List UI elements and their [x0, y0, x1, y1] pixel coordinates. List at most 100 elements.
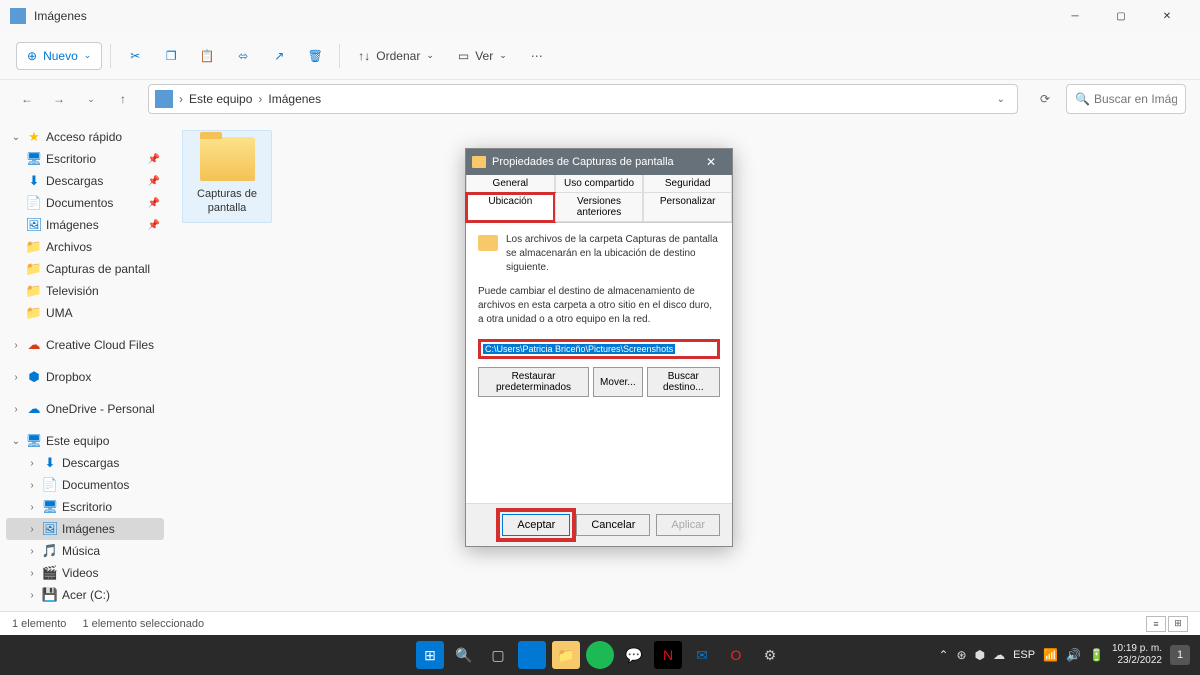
sidebar-downloads[interactable]: ⬇Descargas📌: [6, 170, 164, 192]
sidebar-pc-pictures[interactable]: ›🖼Imágenes: [6, 518, 164, 540]
sidebar-uma[interactable]: 📁UMA: [6, 302, 164, 324]
close-button[interactable]: ✕: [1144, 0, 1190, 32]
new-button[interactable]: ⊕ Nuevo ⌄: [16, 42, 102, 70]
tree-label: Escritorio: [46, 152, 96, 166]
tree-label: Dropbox: [46, 370, 91, 384]
tree-label: Este equipo: [46, 434, 109, 448]
tree-label: Escritorio: [62, 500, 112, 514]
clock[interactable]: 10:19 p. m. 23/2/2022: [1112, 643, 1162, 667]
tab-previous-versions[interactable]: Versiones anteriores: [555, 193, 644, 222]
breadcrumb-item[interactable]: Este equipo: [185, 92, 256, 106]
start-button[interactable]: ⊞: [416, 641, 444, 669]
dialog-titlebar[interactable]: Propiedades de Capturas de pantalla ✕: [466, 149, 732, 175]
taskbar-app[interactable]: [518, 641, 546, 669]
chevron-up-icon[interactable]: ⌃: [938, 648, 948, 662]
location-icon: [155, 90, 173, 108]
sidebar-this-pc[interactable]: ⌄🖥Este equipo: [6, 430, 164, 452]
details-view-button[interactable]: ≡: [1146, 616, 1166, 632]
sidebar-pc-documents[interactable]: ›📄Documentos: [6, 474, 164, 496]
sidebar-television[interactable]: 📁Televisión: [6, 280, 164, 302]
mail-icon[interactable]: ✉: [688, 641, 716, 669]
path-value: C:\Users\Patricia Briceño\Pictures\Scree…: [483, 344, 675, 354]
breadcrumb-item[interactable]: Imágenes: [264, 92, 325, 106]
tab-sharing[interactable]: Uso compartido: [555, 175, 644, 193]
onedrive-tray-icon[interactable]: ☁: [993, 648, 1005, 662]
path-input[interactable]: C:\Users\Patricia Briceño\Pictures\Scree…: [478, 339, 720, 359]
sidebar-pc-videos[interactable]: ›🎬Videos: [6, 562, 164, 584]
minimize-button[interactable]: ─: [1052, 0, 1098, 32]
thumbnails-view-button[interactable]: ⊞: [1168, 616, 1188, 632]
sidebar-onedrive[interactable]: ›☁OneDrive - Personal: [6, 398, 164, 420]
date: 23/2/2022: [1112, 655, 1162, 667]
sidebar-archives[interactable]: 📁Archivos: [6, 236, 164, 258]
wifi-icon[interactable]: 📶: [1043, 648, 1058, 662]
plus-icon: ⊕: [27, 49, 37, 63]
chevron-right-icon: ›: [26, 590, 38, 601]
whatsapp-icon[interactable]: 💬: [620, 641, 648, 669]
find-target-button[interactable]: Buscar destino...: [647, 367, 720, 397]
cut-icon[interactable]: ✂: [119, 40, 151, 72]
explorer-icon[interactable]: 📁: [552, 641, 580, 669]
tray-icon[interactable]: ⊛: [957, 648, 967, 662]
maximize-button[interactable]: ▢: [1098, 0, 1144, 32]
apply-button[interactable]: Aplicar: [656, 514, 720, 536]
chevron-right-icon: ›: [26, 480, 38, 491]
tab-general[interactable]: General: [466, 175, 555, 193]
tab-security[interactable]: Seguridad: [643, 175, 732, 193]
restore-defaults-button[interactable]: Restaurar predeterminados: [478, 367, 589, 397]
video-icon: 🎬: [42, 565, 58, 581]
search-input[interactable]: [1094, 92, 1177, 106]
settings-icon[interactable]: ⚙: [756, 641, 784, 669]
move-button[interactable]: Mover...: [593, 367, 643, 397]
folder-icon: [200, 137, 255, 181]
refresh-button[interactable]: ⟳: [1030, 84, 1060, 114]
netflix-icon[interactable]: N: [654, 641, 682, 669]
sidebar-pictures[interactable]: 🖼Imágenes📌: [6, 214, 164, 236]
sidebar-desktop[interactable]: 🖥Escritorio📌: [6, 148, 164, 170]
sidebar-pc-music[interactable]: ›🎵Música: [6, 540, 164, 562]
info-text: Puede cambiar el destino de almacenamien…: [478, 285, 720, 327]
ok-button[interactable]: Aceptar: [502, 514, 570, 536]
sidebar: ⌄★Acceso rápido 🖥Escritorio📌 ⬇Descargas📌…: [0, 118, 170, 611]
sort-button[interactable]: ↑↓ Ordenar ⌄: [348, 43, 444, 69]
sidebar-pc-desktop[interactable]: ›🖥Escritorio: [6, 496, 164, 518]
tab-location[interactable]: Ubicación: [466, 193, 555, 222]
up-button[interactable]: ↑: [110, 86, 136, 112]
more-icon[interactable]: ⋯: [521, 40, 553, 72]
spotify-icon[interactable]: [586, 641, 614, 669]
opera-icon[interactable]: O: [722, 641, 750, 669]
volume-icon[interactable]: 🔊: [1066, 648, 1081, 662]
chevron-down-icon[interactable]: ⌄: [991, 94, 1011, 105]
search-box[interactable]: 🔍: [1066, 84, 1186, 114]
delete-icon[interactable]: 🗑: [299, 40, 331, 72]
forward-button[interactable]: →: [46, 86, 72, 112]
breadcrumb[interactable]: › Este equipo › Imágenes ⌄: [148, 84, 1018, 114]
battery-icon[interactable]: 🔋: [1089, 648, 1104, 662]
sidebar-screenshots[interactable]: 📁Capturas de pantall: [6, 258, 164, 280]
task-view-button[interactable]: ▢: [484, 641, 512, 669]
share-icon[interactable]: ↗: [263, 40, 295, 72]
dialog-close-button[interactable]: ✕: [696, 151, 726, 173]
notification-button[interactable]: 1: [1170, 645, 1190, 665]
folder-label: Capturas de pantalla: [189, 187, 265, 216]
language-indicator[interactable]: ESP: [1013, 649, 1035, 661]
sidebar-quick-access[interactable]: ⌄★Acceso rápido: [6, 126, 164, 148]
folder-item[interactable]: Capturas de pantalla: [182, 130, 272, 223]
rename-icon[interactable]: ⬄: [227, 40, 259, 72]
copy-icon[interactable]: ❐: [155, 40, 187, 72]
paste-icon[interactable]: 📋: [191, 40, 223, 72]
sidebar-dropbox[interactable]: ›⬢Dropbox: [6, 366, 164, 388]
sidebar-documents[interactable]: 📄Documentos📌: [6, 192, 164, 214]
download-icon: ⬇: [26, 173, 42, 189]
sidebar-pc-disk[interactable]: ›💾Acer (C:): [6, 584, 164, 606]
sidebar-creative-cloud[interactable]: ›☁Creative Cloud Files: [6, 334, 164, 356]
tab-customize[interactable]: Personalizar: [643, 193, 732, 222]
back-button[interactable]: ←: [14, 86, 40, 112]
search-button[interactable]: 🔍: [450, 641, 478, 669]
sidebar-pc-downloads[interactable]: ›⬇Descargas: [6, 452, 164, 474]
chevron-down-icon[interactable]: ⌄: [78, 86, 104, 112]
item-count: 1 elemento: [12, 618, 66, 630]
dropbox-tray-icon[interactable]: ⬢: [975, 648, 985, 662]
cancel-button[interactable]: Cancelar: [576, 514, 650, 536]
view-button[interactable]: ▭ Ver ⌄: [448, 43, 517, 69]
